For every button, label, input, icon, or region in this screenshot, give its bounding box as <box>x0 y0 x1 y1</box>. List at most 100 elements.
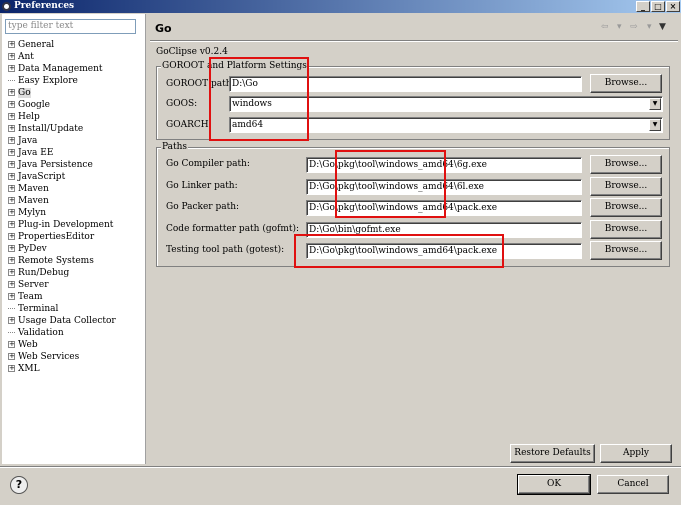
tree-item[interactable]: + General <box>8 39 54 51</box>
path-browse-button[interactable]: Browse... <box>590 198 662 217</box>
goos-label: GOOS: <box>166 99 198 109</box>
minimize-button[interactable]: _ <box>636 1 650 12</box>
tree-item-label: Google <box>18 100 50 110</box>
view-menu-icon[interactable]: ▼ <box>659 22 666 32</box>
tree-item[interactable]: + JavaScript <box>8 171 65 183</box>
forward-icon[interactable]: ⇨ <box>630 22 638 32</box>
tree-item[interactable]: + Web <box>8 339 38 351</box>
back-menu-icon[interactable]: ▾ <box>617 22 622 32</box>
path-browse-button[interactable]: Browse... <box>590 155 662 174</box>
expand-icon[interactable]: + <box>8 233 15 240</box>
tree-item-label: Run/Debug <box>18 268 70 278</box>
expand-icon[interactable]: + <box>8 101 15 108</box>
path-browse-button[interactable]: Browse... <box>590 176 662 196</box>
path-label: Testing tool path (gotest): <box>166 245 285 255</box>
help-icon[interactable]: ? <box>10 476 28 494</box>
path-browse-button[interactable]: Browse... <box>590 241 662 260</box>
expand-icon[interactable]: + <box>8 173 15 180</box>
tree-item[interactable]: + Usage Data Collector <box>8 315 116 327</box>
tree-item-label: Terminal <box>18 304 59 314</box>
page-title: Go <box>155 22 172 35</box>
tree-item[interactable]: Easy Explore <box>8 75 78 87</box>
tree-item[interactable]: + Server <box>8 279 49 291</box>
expand-icon[interactable]: + <box>8 125 15 132</box>
goroot-browse-button[interactable]: Browse... <box>590 74 662 93</box>
expand-icon[interactable]: + <box>8 293 15 300</box>
expand-icon[interactable]: + <box>8 281 15 288</box>
expand-icon[interactable]: + <box>8 53 15 60</box>
tree-item[interactable]: + Maven <box>8 183 49 195</box>
tree-item[interactable]: + Team <box>8 291 43 303</box>
tree-item[interactable]: Validation <box>8 327 64 339</box>
tree-item-label: Remote Systems <box>18 256 94 266</box>
expand-icon[interactable]: + <box>8 65 15 72</box>
chevron-down-icon[interactable]: ▼ <box>649 98 661 110</box>
tree-item-label: Ant <box>18 52 34 62</box>
tree-item[interactable]: + Web Services <box>8 351 79 363</box>
title-bar: Preferences _ □ × <box>0 0 681 13</box>
tree-item-label: XML <box>18 364 40 374</box>
expand-icon[interactable]: + <box>8 257 15 264</box>
tree-item-label: Java <box>18 136 38 146</box>
tree-item[interactable]: + Install/Update <box>8 123 83 135</box>
chevron-down-icon[interactable]: ▼ <box>649 119 661 131</box>
tree-item[interactable]: + Data Management <box>8 63 103 75</box>
tree-item-label: Plug-in Development <box>18 220 114 230</box>
tree-item[interactable]: + Java <box>8 135 37 147</box>
expand-icon[interactable]: + <box>8 185 15 192</box>
tree-item[interactable]: + Help <box>8 111 40 123</box>
tree-item-label: PropertiesEditor <box>18 232 95 242</box>
path-label: Go Linker path: <box>166 180 238 191</box>
expand-icon[interactable]: + <box>8 365 15 372</box>
expand-icon[interactable]: + <box>8 317 15 324</box>
window-title: Preferences <box>14 1 75 11</box>
expand-icon[interactable]: + <box>8 221 15 228</box>
expand-icon[interactable]: + <box>8 245 15 252</box>
expand-icon[interactable]: + <box>8 41 15 48</box>
tree-item-label: Mylyn <box>18 208 47 218</box>
paths-group-title: Paths <box>161 142 189 152</box>
cancel-button[interactable]: Cancel <box>597 475 669 494</box>
tree-item[interactable]: + Go <box>8 87 31 99</box>
expand-icon[interactable]: + <box>8 209 15 216</box>
back-icon[interactable]: ⇦ <box>601 22 609 32</box>
expand-icon[interactable]: + <box>8 89 15 96</box>
tree-item[interactable]: + XML <box>8 363 40 375</box>
path-browse-button[interactable]: Browse... <box>590 219 662 239</box>
tree-item[interactable]: + Remote Systems <box>8 255 94 267</box>
tree-item[interactable]: + Plug-in Development <box>8 219 113 231</box>
tree-item[interactable]: Terminal <box>8 303 58 315</box>
expand-icon[interactable]: + <box>8 341 15 348</box>
annotation-box-testing-tool <box>294 234 504 268</box>
expand-icon[interactable]: + <box>8 197 15 204</box>
restore-defaults-button[interactable]: Restore Defaults <box>510 444 595 463</box>
expand-icon[interactable]: + <box>8 137 15 144</box>
tree-item[interactable]: + Mylyn <box>8 207 46 219</box>
tree-item[interactable]: + PyDev <box>8 243 47 255</box>
annotation-box-tool-dir <box>335 150 446 218</box>
forward-menu-icon[interactable]: ▾ <box>647 22 652 32</box>
close-button[interactable]: × <box>666 1 680 12</box>
filter-input[interactable]: type filter text <box>5 19 136 34</box>
tree-item-label: Web <box>18 340 38 350</box>
maximize-button[interactable]: □ <box>651 1 665 12</box>
expand-icon[interactable]: + <box>8 149 15 156</box>
tree-item[interactable]: + Maven <box>8 195 49 207</box>
tree-item[interactable]: + Ant <box>8 51 34 63</box>
tree-item-label: Data Management <box>18 64 103 74</box>
tree-item[interactable]: + Google <box>8 99 50 111</box>
expand-icon[interactable]: + <box>8 113 15 120</box>
tree-item[interactable]: + Java Persistence <box>8 159 93 171</box>
apply-button[interactable]: Apply <box>600 444 672 463</box>
tree-item[interactable]: + Run/Debug <box>8 267 69 279</box>
tree-item[interactable]: + Java EE <box>8 147 53 159</box>
tree-item-label: Usage Data Collector <box>18 316 116 326</box>
tree-item-label: Server <box>18 280 49 290</box>
goarch-label: GOARCH: <box>166 120 212 130</box>
expand-icon[interactable]: + <box>8 161 15 168</box>
tree-item-label: Help <box>18 112 40 122</box>
ok-button[interactable]: OK <box>517 474 591 495</box>
expand-icon[interactable]: + <box>8 269 15 276</box>
tree-item[interactable]: + PropertiesEditor <box>8 231 94 243</box>
expand-icon[interactable]: + <box>8 353 15 360</box>
